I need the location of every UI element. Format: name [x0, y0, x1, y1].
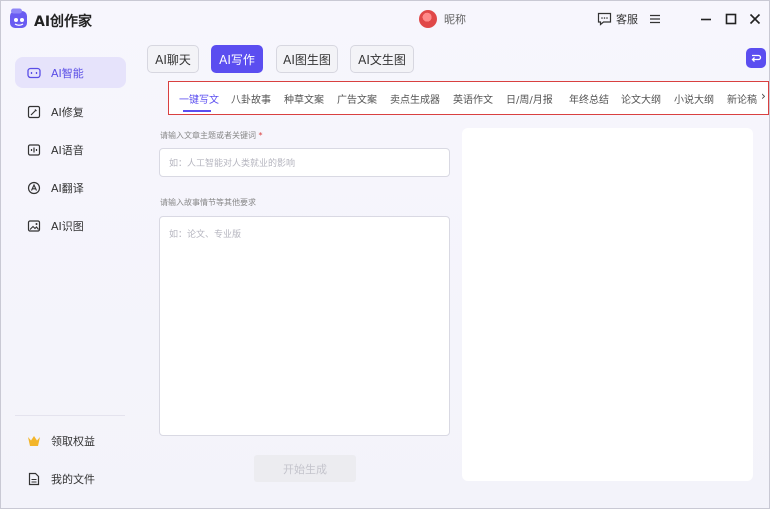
export-button[interactable]: [746, 48, 766, 68]
return-arrow-icon: [751, 54, 762, 62]
subtab-new-manuscript[interactable]: 新论稿: [727, 91, 757, 106]
required-mark: *: [258, 131, 263, 140]
sidebar: AI智能 AI修复 AI语音 AI翻译 AI识图 领取权益 我的文件: [1, 39, 139, 509]
topic-input[interactable]: 如：人工智能对人类就业的影响: [159, 148, 450, 177]
active-subtab-underline: [183, 110, 211, 112]
subtab-product-promo[interactable]: 种草文案: [284, 91, 324, 106]
detail-textarea[interactable]: 如：论文、专业版: [159, 216, 450, 436]
tab-ai-text-to-image[interactable]: AI文生图: [350, 45, 414, 73]
topic-label: 请输入文章主题或者关键词 *: [160, 131, 263, 140]
output-panel: [462, 128, 753, 481]
subtab-one-click-writing[interactable]: 一键写文: [179, 91, 219, 106]
app-logo-icon: [10, 8, 27, 28]
voice-icon: [27, 143, 41, 157]
sidebar-item-ai-smart[interactable]: AI智能: [15, 57, 126, 88]
chevron-right-icon[interactable]: ›: [761, 89, 766, 103]
repair-icon: [27, 105, 41, 119]
sidebar-item-label: 我的文件: [51, 472, 95, 486]
close-icon: [749, 13, 761, 25]
app-title: AI创作家: [34, 14, 93, 30]
sidebar-item-my-files[interactable]: 我的文件: [15, 463, 126, 494]
title-bar: AI创作家 昵称 客服: [1, 1, 770, 39]
image-recognition-icon: [27, 219, 41, 233]
minimize-icon: [701, 18, 711, 21]
crown-icon: [27, 434, 41, 448]
sidebar-item-label: AI翻译: [51, 181, 84, 195]
translate-icon: [27, 181, 41, 195]
subtab-english-essay[interactable]: 英语作文: [453, 91, 493, 106]
app-window: AI创作家 昵称 客服 AI智能 AI修复 AI语音 AI翻译 AI识图 领取权…: [0, 0, 770, 509]
tab-ai-image-to-image[interactable]: AI图生图: [276, 45, 338, 73]
subtab-selling-point-generator[interactable]: 卖点生成器: [390, 91, 440, 106]
minimize-button[interactable]: [698, 11, 714, 27]
customer-service-label: 客服: [616, 13, 638, 26]
subtab-novel-outline[interactable]: 小说大纲: [674, 91, 714, 106]
sidebar-item-claim-benefits[interactable]: 领取权益: [15, 425, 126, 456]
subtab-thesis-outline[interactable]: 论文大纲: [621, 91, 661, 106]
subtab-reports[interactable]: 日/周/月报: [506, 91, 553, 106]
user-profile[interactable]: 昵称: [419, 10, 466, 28]
menu-button[interactable]: [647, 11, 663, 27]
sidebar-item-label: 领取权益: [51, 434, 95, 448]
sidebar-item-label: AI识图: [51, 219, 84, 233]
sidebar-item-ai-image-recognition[interactable]: AI识图: [15, 210, 126, 241]
hamburger-menu-icon: [650, 14, 660, 24]
sidebar-item-ai-repair[interactable]: AI修复: [15, 96, 126, 127]
subtab-year-end-summary[interactable]: 年终总结: [569, 91, 609, 106]
sidebar-item-label: AI语音: [51, 143, 84, 157]
generate-button[interactable]: 开始生成: [254, 455, 356, 482]
maximize-button[interactable]: [723, 11, 739, 27]
maximize-icon: [725, 13, 737, 25]
detail-label: 请输入故事情节等其他要求: [160, 198, 256, 207]
sidebar-item-label: AI智能: [51, 66, 84, 80]
file-icon: [27, 472, 41, 486]
writing-template-tabs: 一键写文 八卦故事 种草文案 广告文案 卖点生成器 英语作文 日/周/月报 年终…: [168, 81, 769, 115]
chat-bubble-icon: [597, 12, 612, 26]
nickname: 昵称: [444, 13, 466, 26]
sidebar-item-label: AI修复: [51, 105, 84, 119]
sidebar-item-ai-voice[interactable]: AI语音: [15, 134, 126, 165]
avatar[interactable]: [419, 10, 437, 28]
subtab-ad-copy[interactable]: 广告文案: [337, 91, 377, 106]
close-button[interactable]: [747, 11, 763, 27]
subtab-gossip-story[interactable]: 八卦故事: [231, 91, 271, 106]
customer-service-button[interactable]: 客服: [597, 11, 638, 27]
tab-ai-writing[interactable]: AI写作: [211, 45, 263, 73]
ai-chip-icon: [27, 66, 41, 80]
tab-ai-chat[interactable]: AI聊天: [147, 45, 199, 73]
sidebar-divider: [15, 415, 125, 416]
sidebar-item-ai-translate[interactable]: AI翻译: [15, 172, 126, 203]
